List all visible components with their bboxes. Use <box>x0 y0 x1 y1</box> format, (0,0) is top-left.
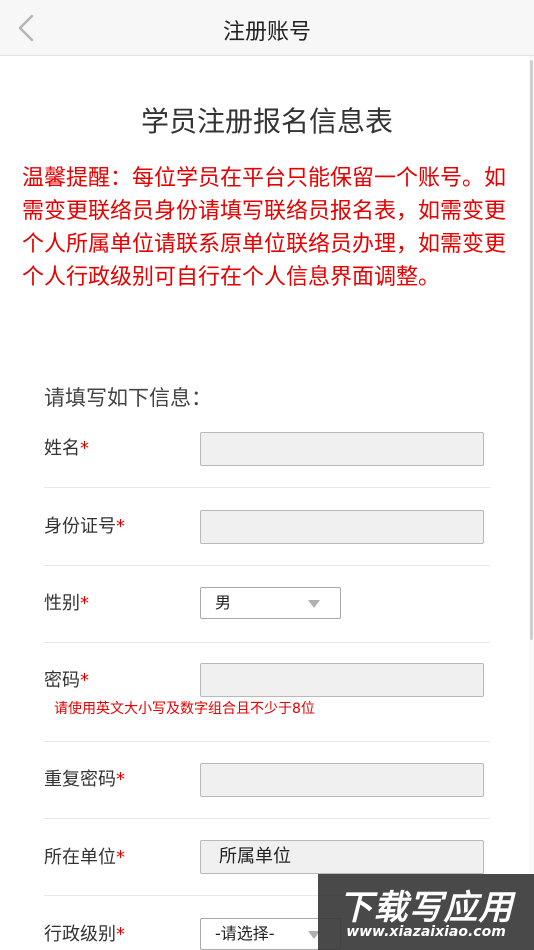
divider <box>44 642 490 643</box>
form-title: 学员注册报名信息表 <box>140 105 393 138</box>
divider <box>44 818 490 819</box>
fill-instructions: 请填写如下信息： <box>44 386 212 410</box>
gender-label: 性别* <box>44 589 89 615</box>
page-title: 注册账号 <box>222 20 311 45</box>
required-mark: * <box>80 438 89 459</box>
password-input[interactable] <box>200 663 484 697</box>
repeat-password-label: 重复密码* <box>44 765 125 791</box>
notice-text: 温馨提醒：每位学员在平台只能保留一个账号。如需变更联络员身份请填写联络员报名表，… <box>22 166 507 290</box>
divider <box>44 565 490 566</box>
unit-label-text: 所在单位 <box>44 847 116 868</box>
scrollbar-thumb[interactable] <box>530 60 533 640</box>
id-number-input[interactable] <box>200 510 484 544</box>
repeat-password-label-text: 重复密码 <box>44 769 116 790</box>
admin-level-label: 行政级别* <box>44 920 125 946</box>
required-mark: * <box>116 924 125 945</box>
dropdown-arrow-icon <box>308 600 320 608</box>
divider <box>44 487 490 488</box>
admin-level-label-text: 行政级别 <box>44 924 116 945</box>
name-label: 姓名* <box>44 434 89 460</box>
gender-select[interactable]: 男 <box>200 587 341 619</box>
watermark: 下载写应用 www.xiazaixiao.com <box>318 874 534 950</box>
id-number-label: 身份证号* <box>44 512 125 538</box>
admin-level-select-value: -请选择- <box>215 924 275 943</box>
top-bar: 注册账号 <box>0 0 534 56</box>
unit-input[interactable]: 所属单位 <box>200 840 484 874</box>
name-label-text: 姓名 <box>44 438 80 459</box>
required-mark: * <box>116 847 125 868</box>
password-label-text: 密码 <box>44 670 80 691</box>
required-mark: * <box>80 593 89 614</box>
required-mark: * <box>116 516 125 537</box>
gender-label-text: 性别 <box>44 593 80 614</box>
unit-label: 所在单位* <box>44 843 125 869</box>
watermark-logo-text: 下载写应用 <box>338 888 514 928</box>
password-label: 密码* <box>44 666 89 692</box>
watermark-url: www.xiazaixiao.com <box>346 924 506 940</box>
gender-select-value: 男 <box>215 593 232 612</box>
password-hint: 请使用英文大小写及数字组合且不少于8位 <box>54 701 315 717</box>
name-input[interactable] <box>200 432 484 466</box>
id-number-label-text: 身份证号 <box>44 516 116 537</box>
divider <box>44 741 490 742</box>
required-mark: * <box>116 769 125 790</box>
repeat-password-input[interactable] <box>200 763 484 797</box>
required-mark: * <box>80 670 89 691</box>
